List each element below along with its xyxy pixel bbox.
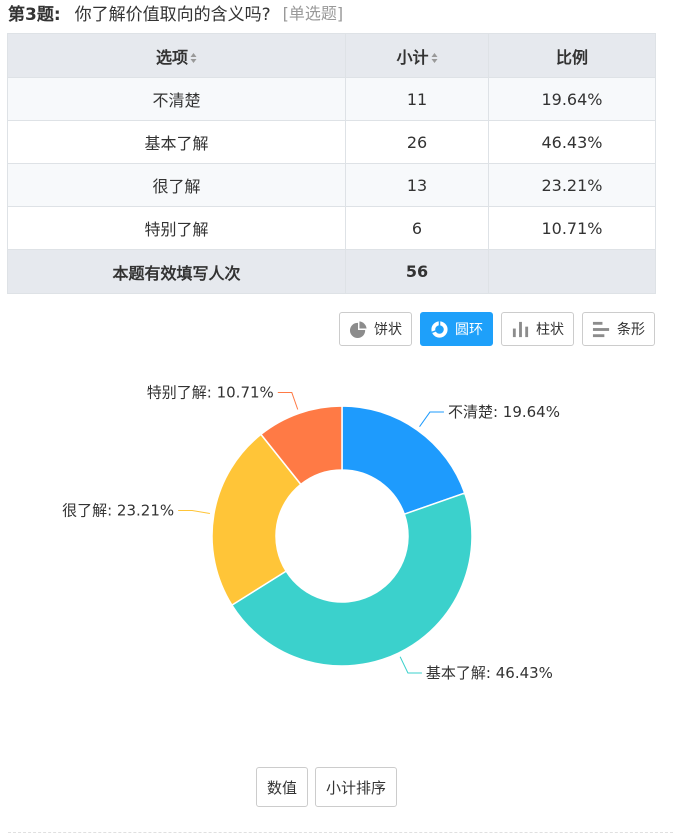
donut-icon [431, 320, 448, 338]
slice-label: 基本了解: 46.43% [426, 664, 553, 682]
cell-option: 特别了解 [7, 206, 346, 250]
cell-count: 26 [345, 120, 489, 164]
column-header-ratio-label: 比例 [555, 47, 588, 67]
table-row: 不清楚 11 19.64% [7, 77, 656, 121]
chart-type-bar-label: 柱状 [536, 322, 564, 338]
column-header-option-label: 选项 [155, 47, 188, 67]
show-values-button[interactable]: 数值 [256, 767, 309, 807]
cell-ratio: 10.71% [488, 206, 656, 250]
chart-type-switcher: 饼状 圆环 柱状 条形 [339, 312, 655, 346]
divider [8, 832, 673, 833]
cell-ratio: 19.64% [488, 77, 656, 121]
question-number: 第3题: [8, 4, 61, 25]
bar-icon [512, 321, 529, 337]
slice-label-line [399, 656, 422, 674]
table-row: 很了解 13 23.21% [7, 163, 656, 207]
chart-type-donut-button[interactable]: 圆环 [420, 312, 493, 346]
chart-type-horizontal-bar-label: 条形 [617, 322, 645, 338]
column-header-count[interactable]: 小计 [345, 33, 489, 78]
result-table: 选项 小计 比例 不清楚 11 19.64% 基本了解 26 46.43% 很了… [7, 33, 656, 294]
slice-label: 很了解: 23.21% [62, 501, 174, 519]
cell-count: 13 [345, 163, 489, 207]
survey-result-page: 第3题: 你了解价值取向的含义吗? [单选题] 选项 小计 比例 不清楚 11 … [0, 0, 673, 835]
question-type: [单选题] [282, 4, 344, 23]
cell-ratio: 46.43% [488, 120, 656, 164]
column-header-ratio: 比例 [488, 33, 656, 78]
footer-label: 本题有效填写人次 [7, 249, 346, 294]
pie-icon [349, 320, 367, 338]
column-header-count-label: 小计 [396, 47, 429, 67]
horizontal-bar-icon [592, 321, 610, 337]
footer-count: 56 [345, 249, 489, 294]
donut-chart: 不清楚: 19.64% 基本了解: 46.43% 很了解: 23.21% 特别了解: … [0, 360, 673, 760]
cell-option: 不清楚 [7, 77, 346, 121]
chart-type-horizontal-bar-button[interactable]: 条形 [582, 312, 655, 346]
table-row: 特别了解 6 10.71% [7, 206, 656, 250]
chart-type-pie-button[interactable]: 饼状 [339, 312, 412, 346]
table-footer-row: 本题有效填写人次 56 [7, 249, 656, 294]
sort-by-count-button[interactable]: 小计排序 [315, 767, 398, 807]
slice-label-line [277, 392, 299, 410]
question-text: 你了解价值取向的含义吗? [74, 4, 271, 25]
question-header: 第3题: 你了解价值取向的含义吗? [单选题] [8, 0, 344, 25]
slice-label: 特别了解: 10.71% [147, 384, 274, 402]
donut-slice[interactable] [341, 405, 466, 516]
sort-icon[interactable] [190, 52, 197, 64]
cell-ratio: 23.21% [488, 163, 656, 207]
column-header-option[interactable]: 选项 [7, 33, 346, 78]
slice-label-line [419, 411, 444, 428]
cell-count: 11 [345, 77, 489, 121]
slice-label-line [178, 509, 210, 515]
chart-options: 数值 小计排序 [256, 767, 398, 807]
donut-chart-svg: 不清楚: 19.64% 基本了解: 46.43% 很了解: 23.21% 特别了解: … [62, 384, 560, 682]
cell-count: 6 [345, 206, 489, 250]
chart-type-donut-label: 圆环 [455, 322, 483, 338]
chart-type-pie-label: 饼状 [374, 322, 402, 338]
cell-option: 基本了解 [7, 120, 346, 164]
chart-type-bar-button[interactable]: 柱状 [501, 312, 574, 346]
slice-label: 不清楚: 19.64% [448, 403, 560, 421]
table-header-row: 选项 小计 比例 [7, 33, 656, 78]
cell-option: 很了解 [7, 163, 346, 207]
table-row: 基本了解 26 46.43% [7, 120, 656, 164]
footer-ratio [488, 249, 656, 294]
sort-icon[interactable] [431, 52, 438, 64]
